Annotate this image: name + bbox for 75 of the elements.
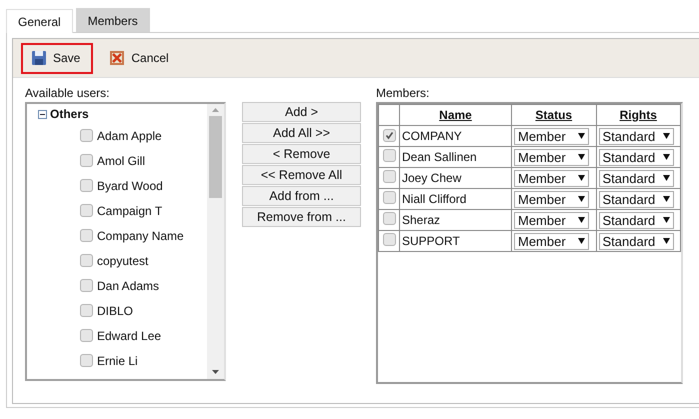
action-button[interactable]: < Remove — [242, 144, 361, 164]
user-name: DIBLO — [97, 304, 134, 318]
checkbox[interactable] — [80, 154, 93, 167]
name-cell: Dean Sallinen — [400, 146, 512, 168]
rights-dropdown[interactable]: Standard — [598, 128, 674, 144]
members-label: Members: — [376, 86, 430, 102]
group-label[interactable]: Others — [50, 107, 89, 121]
user-name: Adam Apple — [97, 128, 162, 142]
caret-icon — [578, 175, 585, 181]
caret-icon — [578, 133, 585, 139]
checkbox[interactable] — [80, 354, 93, 367]
name-cell: COMPANY — [400, 126, 512, 146]
status-dropdown[interactable]: Member — [514, 128, 589, 144]
name-cell: Sheraz — [400, 210, 512, 230]
checkbox[interactable] — [382, 149, 396, 162]
rights-dropdown[interactable]: Standard — [598, 148, 674, 166]
action-button[interactable]: Add > — [242, 102, 361, 122]
tab[interactable]: Members — [76, 8, 150, 32]
caret-icon — [662, 217, 670, 223]
checkbox[interactable] — [382, 212, 396, 225]
tab[interactable]: General — [6, 9, 73, 33]
caret-icon — [662, 133, 670, 139]
save-button[interactable]: Save — [21, 42, 94, 74]
checkbox[interactable] — [80, 279, 93, 292]
user-name: Company Name — [97, 228, 184, 242]
checkbox[interactable] — [80, 129, 93, 142]
checkbox[interactable] — [80, 204, 93, 217]
column-header[interactable]: Status — [512, 104, 596, 126]
status-dropdown[interactable]: Member — [514, 232, 589, 250]
user-name: Campaign T — [97, 204, 162, 218]
checkbox[interactable] — [80, 229, 93, 242]
action-button[interactable]: Add from ... — [242, 186, 361, 206]
caret-icon — [662, 175, 670, 181]
scrollbar[interactable] — [207, 104, 224, 379]
name-cell: Niall Clifford — [400, 188, 512, 210]
caret-icon — [578, 217, 585, 223]
user-name: Dan Adams — [97, 278, 160, 292]
action-button[interactable]: << Remove All — [242, 165, 361, 185]
cancel-icon — [109, 50, 126, 66]
checkbox[interactable] — [80, 329, 93, 342]
action-button[interactable]: Add All >> — [242, 123, 361, 143]
name-cell: SUPPORT — [400, 230, 512, 252]
caret-icon — [578, 154, 585, 160]
rights-dropdown[interactable]: Standard — [598, 190, 674, 208]
column-header[interactable]: Rights — [596, 104, 680, 126]
rights-dropdown[interactable]: Standard — [598, 170, 674, 186]
name-cell: Joey Chew — [400, 168, 512, 188]
caret-icon — [662, 238, 670, 244]
checkbox[interactable] — [382, 233, 396, 246]
checkbox[interactable] — [382, 170, 396, 183]
available-users-label: Available users: — [25, 86, 110, 102]
checkbox[interactable] — [80, 254, 93, 267]
status-dropdown[interactable]: Member — [514, 212, 589, 228]
user-name: Edward Lee — [97, 328, 162, 342]
status-dropdown[interactable]: Member — [514, 170, 589, 186]
user-name: Ernie Li — [97, 354, 138, 368]
status-dropdown[interactable]: Member — [514, 148, 589, 166]
collapse-icon[interactable] — [38, 110, 47, 118]
caret-icon — [662, 196, 670, 202]
user-name: copyutest — [97, 254, 148, 268]
user-name: Byard Wood — [97, 178, 163, 192]
caret-icon — [578, 196, 585, 202]
checkbox[interactable] — [80, 304, 93, 317]
status-dropdown[interactable]: Member — [514, 190, 589, 208]
checkbox[interactable] — [382, 129, 396, 142]
column-header[interactable]: Name — [400, 104, 512, 126]
cancel-button[interactable]: Cancel — [99, 42, 182, 74]
caret-icon — [662, 154, 670, 160]
checkbox[interactable] — [382, 191, 396, 204]
checkbox[interactable] — [80, 179, 93, 192]
rights-dropdown[interactable]: Standard — [598, 232, 674, 250]
caret-icon — [578, 238, 585, 244]
user-name: Amol Gill — [97, 154, 146, 168]
rights-dropdown[interactable]: Standard — [598, 212, 674, 228]
action-button[interactable]: Remove from ... — [242, 207, 361, 227]
